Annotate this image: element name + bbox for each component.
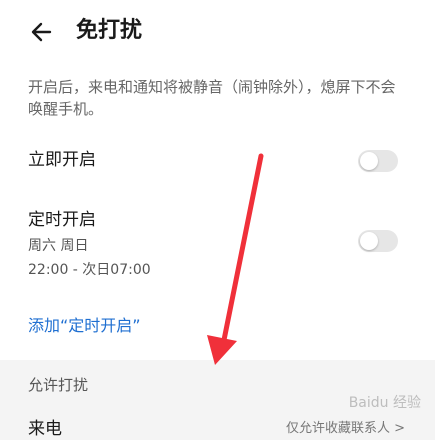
watermark-logo: Baidu 经验	[348, 395, 421, 411]
toggle-knob	[360, 232, 378, 250]
scheduled-label: 定时开启	[28, 210, 96, 230]
scheduled-toggle[interactable]	[358, 230, 398, 252]
calls-label[interactable]: 来电	[28, 418, 62, 440]
toggle-knob	[360, 152, 378, 170]
description-text: 开启后，来电和通知将被静音（闹钟除外），熄屏下不会唤醒手机。	[28, 78, 396, 118]
immediate-label: 立即开启	[28, 150, 96, 170]
immediate-toggle[interactable]	[358, 150, 398, 172]
calls-value[interactable]: 仅允许收藏联系人 >	[286, 420, 405, 438]
header: 免打扰	[0, 0, 435, 62]
page-title: 免打扰	[76, 18, 143, 43]
section-header-allow: 允许打扰	[28, 376, 89, 394]
add-schedule-link[interactable]: 添加“定时开启”	[28, 314, 141, 338]
scheduled-time: 22:00 - 次日07:00	[28, 262, 151, 278]
scheduled-days: 周六 周日	[28, 238, 89, 254]
back-arrow-icon[interactable]	[28, 18, 56, 46]
